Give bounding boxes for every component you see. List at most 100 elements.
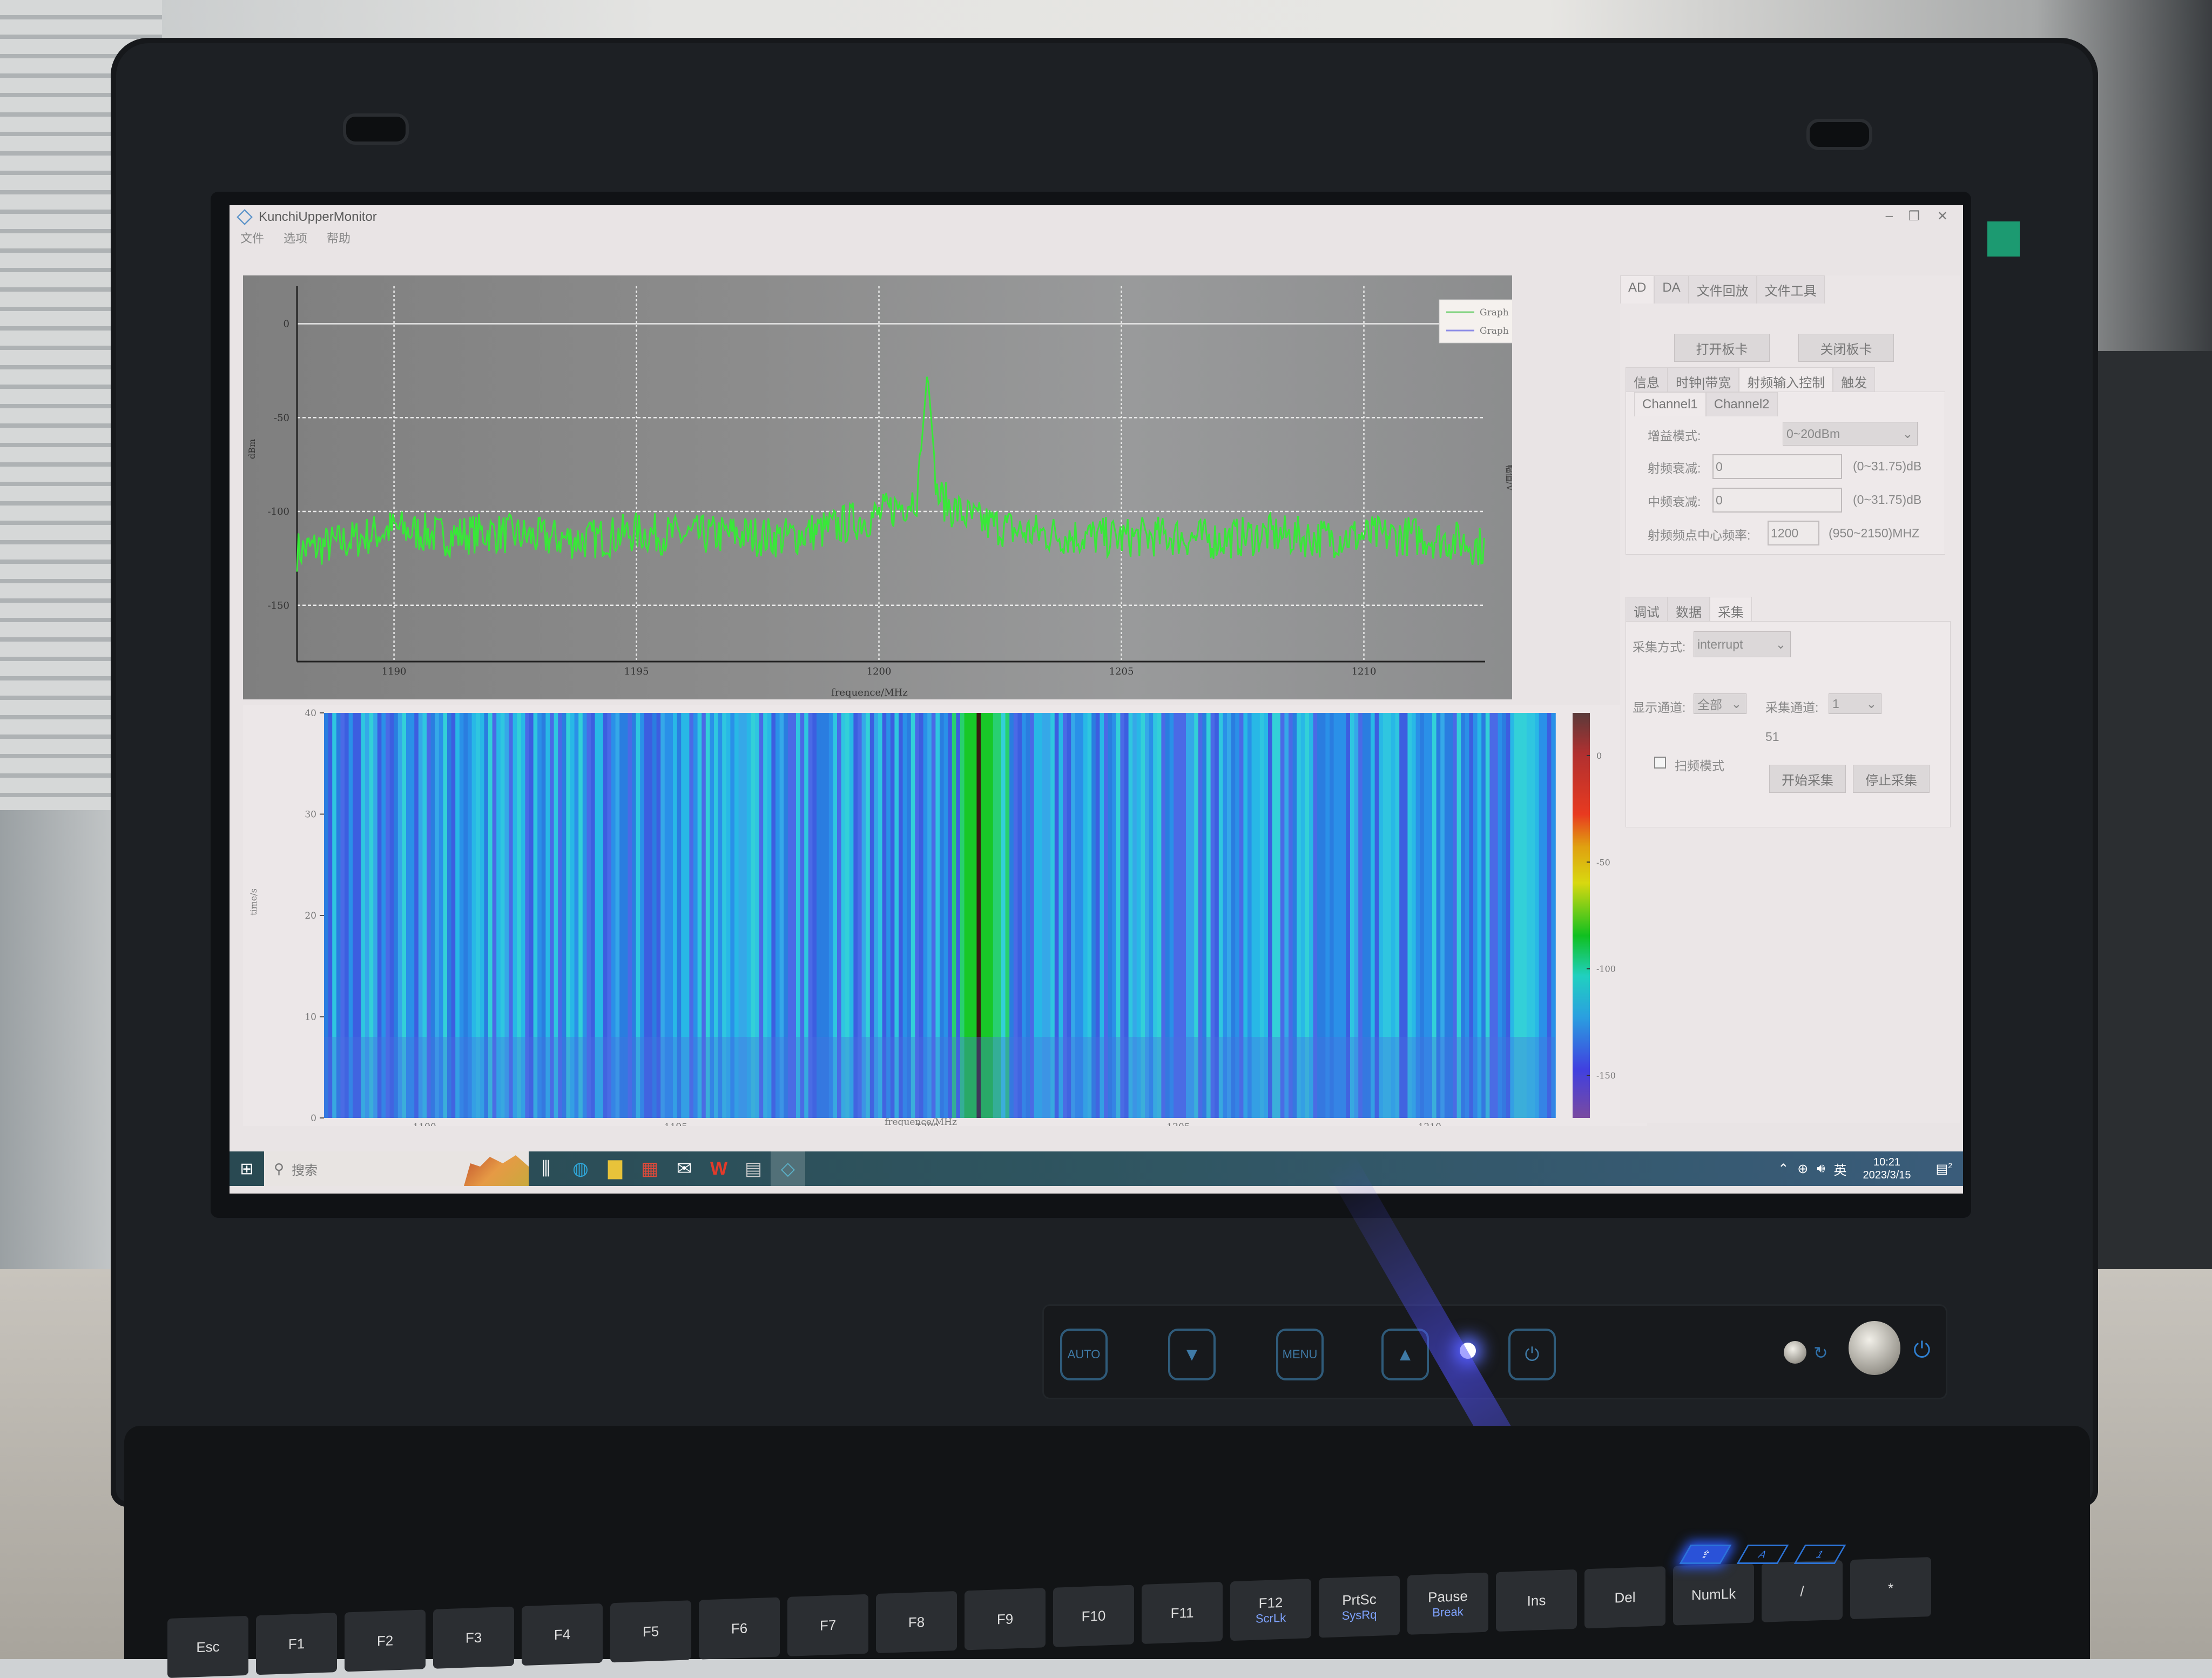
- key-label: PrtSc: [1342, 1591, 1377, 1608]
- colorbar-tick-label: -50: [1596, 857, 1610, 867]
- tab-channel2[interactable]: Channel2: [1705, 392, 1778, 416]
- rf-control-group: Channel1 Channel2 增益模式: 0~20dBm ⌄ 射频衰减: 0…: [1626, 392, 1945, 555]
- chevron-down-icon: ⌄: [1731, 696, 1742, 711]
- task-view-icon[interactable]: ⫼: [529, 1151, 563, 1186]
- minimize-button[interactable]: –: [1886, 208, 1893, 224]
- scrolllock-indicator: 1: [1793, 1545, 1846, 1564]
- y-tick-label: 40: [305, 708, 316, 719]
- menu-file[interactable]: 文件: [240, 229, 264, 245]
- key-label: Del: [1614, 1588, 1636, 1606]
- windows-start-button[interactable]: ⊞: [230, 1151, 264, 1186]
- stop-acquisition-button[interactable]: 停止采集: [1853, 765, 1930, 793]
- menu-help[interactable]: 帮助: [327, 229, 350, 245]
- key-f8[interactable]: F8: [876, 1591, 957, 1654]
- acq-channel-select[interactable]: 1 ⌄: [1829, 693, 1881, 714]
- gain-mode-select[interactable]: 0~20dBm ⌄: [1783, 422, 1918, 446]
- colorbar-tick-label: -150: [1596, 1070, 1616, 1081]
- y-tick-label: -100: [268, 506, 289, 517]
- chevron-down-icon: ⌄: [1866, 696, 1877, 711]
- key-pause[interactable]: Pause Break: [1407, 1572, 1488, 1635]
- rf-atten-range: (0~31.75)dB: [1853, 459, 1922, 473]
- key-label: F1: [288, 1635, 305, 1652]
- key-label: *: [1887, 1579, 1894, 1596]
- monitor-power-button[interactable]: ⏻: [1508, 1329, 1556, 1380]
- key-f1[interactable]: F1: [256, 1613, 337, 1675]
- open-card-button[interactable]: 打开板卡: [1674, 334, 1770, 362]
- restore-button[interactable]: ❐: [1908, 208, 1920, 224]
- key-f12[interactable]: F12 ScrLk: [1230, 1579, 1311, 1641]
- if-atten-input[interactable]: 0: [1712, 488, 1842, 513]
- key-ins[interactable]: Ins: [1496, 1569, 1577, 1632]
- volume-icon[interactable]: 🔊︎: [1817, 1161, 1825, 1176]
- key-[interactable]: *: [1850, 1556, 1931, 1620]
- key-del[interactable]: Del: [1584, 1566, 1665, 1629]
- wps-office-icon[interactable]: W: [702, 1151, 736, 1186]
- clock[interactable]: 10:21 2023/3/15: [1863, 1156, 1911, 1182]
- main-tabs: AD DA 文件回放 文件工具: [1620, 275, 1825, 304]
- key-label: F10: [1081, 1607, 1106, 1625]
- y-tick-label: 0: [311, 1113, 316, 1124]
- notification-icon[interactable]: ▤2: [1936, 1161, 1952, 1177]
- keyboard-indicators: ⇪ A 1: [1679, 1545, 1846, 1564]
- waterfall-svg: 01020304011901195120012051210 0-50-100-1…: [248, 708, 1616, 1133]
- key-f7[interactable]: F7: [787, 1594, 868, 1656]
- network-icon[interactable]: ⊕: [1797, 1161, 1808, 1177]
- key-f11[interactable]: F11: [1142, 1581, 1223, 1645]
- input-language[interactable]: 英: [1834, 1160, 1847, 1178]
- chevron-up-icon[interactable]: ⌃: [1778, 1161, 1789, 1177]
- remote-app-icon[interactable]: ▤: [736, 1151, 771, 1186]
- reset-knob[interactable]: [1784, 1341, 1806, 1364]
- display-channel-label: 显示通道:: [1633, 700, 1686, 715]
- key-f10[interactable]: F10: [1053, 1585, 1134, 1647]
- y-tick-label: 10: [305, 1012, 316, 1023]
- key-esc[interactable]: Esc: [167, 1615, 248, 1678]
- y-axis-label: dBm: [247, 439, 257, 459]
- center-freq-range: (950~2150)MHZ: [1829, 526, 1920, 540]
- tab-file-playback[interactable]: 文件回放: [1688, 275, 1757, 304]
- app-logo-icon: [237, 209, 253, 225]
- key-prtsc[interactable]: PrtSc SysRq: [1319, 1575, 1400, 1638]
- if-atten-range: (0~31.75)dB: [1853, 493, 1922, 507]
- acq-mode-select[interactable]: interrupt ⌄: [1694, 631, 1791, 657]
- tab-channel1[interactable]: Channel1: [1634, 392, 1706, 416]
- acq-count: 51: [1765, 730, 1779, 744]
- mail-icon[interactable]: ✉: [667, 1151, 702, 1186]
- start-acquisition-button[interactable]: 开始采集: [1769, 765, 1846, 793]
- spectrum-plot[interactable]: 0 -50 -100 -150 1190 1195 1200 1205 1210 dBm fre…: [243, 275, 1526, 699]
- down-button[interactable]: ▼: [1168, 1329, 1216, 1380]
- key-f2[interactable]: F2: [345, 1609, 426, 1672]
- kunchi-monitor-taskbar-icon[interactable]: ◇: [771, 1151, 805, 1186]
- sweep-mode-label: 扫频模式: [1675, 759, 1724, 773]
- right-axis-label: 幅值/V: [1505, 464, 1512, 491]
- auto-button[interactable]: AUTO: [1060, 1329, 1108, 1380]
- rf-atten-input[interactable]: 0: [1712, 454, 1842, 479]
- edge-browser-icon[interactable]: ◍: [563, 1151, 598, 1186]
- waterfall-plot[interactable]: 01020304011901195120012051210 0-50-100-1…: [243, 705, 1647, 1133]
- key-f6[interactable]: F6: [699, 1597, 780, 1660]
- key-f4[interactable]: F4: [522, 1603, 603, 1666]
- if-atten-label: 中频衰减:: [1648, 495, 1701, 509]
- close-card-button[interactable]: 关闭板卡: [1798, 334, 1894, 362]
- taskbar: ⊞ ⚲ 搜索 ⫼ ◍ ▇ ▦ ✉ W ▤ ◇ ⌃ ⊕ 🔊︎ 英 10:21 20…: [230, 1151, 1963, 1186]
- key-[interactable]: /: [1762, 1560, 1843, 1622]
- taskbar-search[interactable]: ⚲ 搜索: [264, 1151, 529, 1186]
- close-button[interactable]: ✕: [1937, 208, 1948, 224]
- colorbar-tick-label: -100: [1596, 964, 1616, 974]
- channel-tabs: Channel1 Channel2: [1634, 392, 1778, 416]
- sweep-mode-checkbox[interactable]: [1654, 757, 1666, 769]
- menu-options[interactable]: 选项: [284, 229, 307, 245]
- key-f5[interactable]: F5: [610, 1600, 691, 1663]
- x-tick-label: 1205: [1166, 1122, 1190, 1126]
- key-f9[interactable]: F9: [965, 1588, 1046, 1650]
- tab-da[interactable]: DA: [1654, 275, 1689, 304]
- system-power-knob[interactable]: [1849, 1321, 1900, 1375]
- menu-button[interactable]: MENU: [1276, 1329, 1324, 1380]
- tab-ad[interactable]: AD: [1620, 275, 1655, 304]
- key-f3[interactable]: F3: [433, 1606, 514, 1669]
- key-numlk[interactable]: NumLk: [1673, 1563, 1754, 1626]
- store-icon[interactable]: ▦: [632, 1151, 667, 1186]
- center-freq-input[interactable]: 1200: [1768, 521, 1819, 545]
- display-channel-select[interactable]: 全部 ⌄: [1694, 693, 1746, 714]
- file-explorer-icon[interactable]: ▇: [598, 1151, 632, 1186]
- tab-file-tools[interactable]: 文件工具: [1756, 275, 1825, 304]
